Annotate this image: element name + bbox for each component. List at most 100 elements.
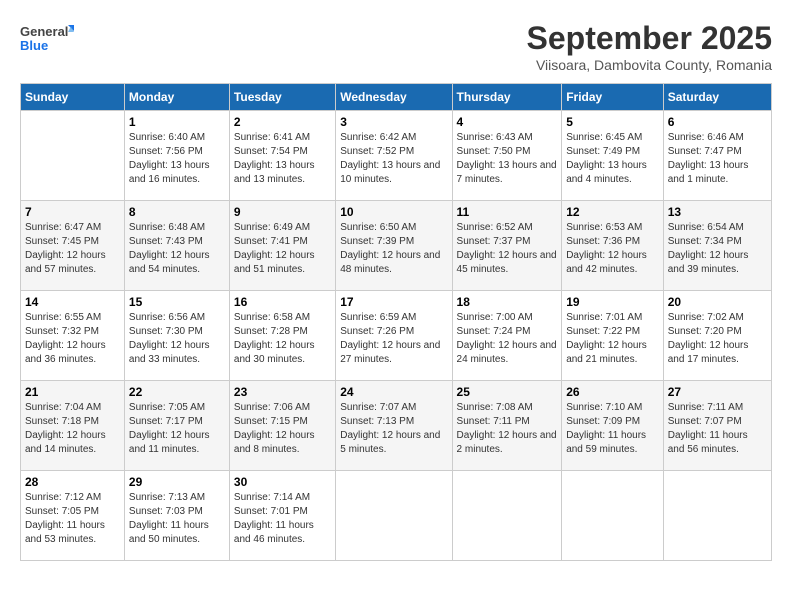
calendar-cell: 20 Sunrise: 7:02 AMSunset: 7:20 PMDaylig… — [663, 291, 771, 381]
calendar-cell: 29 Sunrise: 7:13 AMSunset: 7:03 PMDaylig… — [124, 471, 229, 561]
day-info: Sunrise: 6:45 AMSunset: 7:49 PMDaylight:… — [566, 131, 659, 187]
calendar-cell: 10 Sunrise: 6:50 AMSunset: 7:39 PMDaylig… — [336, 201, 452, 291]
calendar-cell: 16 Sunrise: 6:58 AMSunset: 7:28 PMDaylig… — [229, 291, 335, 381]
day-number: 8 — [129, 205, 225, 219]
day-info: Sunrise: 7:11 AMSunset: 7:07 PMDaylight:… — [668, 401, 767, 457]
calendar-cell: 4 Sunrise: 6:43 AMSunset: 7:50 PMDayligh… — [452, 111, 562, 201]
calendar-cell: 28 Sunrise: 7:12 AMSunset: 7:05 PMDaylig… — [21, 471, 125, 561]
calendar-cell: 9 Sunrise: 6:49 AMSunset: 7:41 PMDayligh… — [229, 201, 335, 291]
weekday-header: Wednesday — [336, 84, 452, 111]
day-info: Sunrise: 6:49 AMSunset: 7:41 PMDaylight:… — [234, 221, 331, 277]
day-info: Sunrise: 7:07 AMSunset: 7:13 PMDaylight:… — [340, 401, 447, 457]
weekday-header: Saturday — [663, 84, 771, 111]
day-info: Sunrise: 7:12 AMSunset: 7:05 PMDaylight:… — [25, 491, 120, 547]
day-info: Sunrise: 6:41 AMSunset: 7:54 PMDaylight:… — [234, 131, 331, 187]
calendar-cell — [452, 471, 562, 561]
calendar-cell: 15 Sunrise: 6:56 AMSunset: 7:30 PMDaylig… — [124, 291, 229, 381]
calendar-cell: 17 Sunrise: 6:59 AMSunset: 7:26 PMDaylig… — [336, 291, 452, 381]
day-number: 21 — [25, 385, 120, 399]
day-info: Sunrise: 7:06 AMSunset: 7:15 PMDaylight:… — [234, 401, 331, 457]
day-info: Sunrise: 7:13 AMSunset: 7:03 PMDaylight:… — [129, 491, 225, 547]
calendar-week-row: 7 Sunrise: 6:47 AMSunset: 7:45 PMDayligh… — [21, 201, 772, 291]
day-number: 28 — [25, 475, 120, 489]
title-block: September 2025 Viisoara, Dambovita Count… — [527, 20, 772, 73]
day-number: 26 — [566, 385, 659, 399]
day-number: 16 — [234, 295, 331, 309]
day-number: 23 — [234, 385, 331, 399]
day-number: 14 — [25, 295, 120, 309]
day-info: Sunrise: 7:05 AMSunset: 7:17 PMDaylight:… — [129, 401, 225, 457]
calendar-cell: 3 Sunrise: 6:42 AMSunset: 7:52 PMDayligh… — [336, 111, 452, 201]
day-info: Sunrise: 6:53 AMSunset: 7:36 PMDaylight:… — [566, 221, 659, 277]
day-info: Sunrise: 7:14 AMSunset: 7:01 PMDaylight:… — [234, 491, 331, 547]
day-info: Sunrise: 6:52 AMSunset: 7:37 PMDaylight:… — [457, 221, 558, 277]
day-info: Sunrise: 6:55 AMSunset: 7:32 PMDaylight:… — [25, 311, 120, 367]
calendar-cell: 11 Sunrise: 6:52 AMSunset: 7:37 PMDaylig… — [452, 201, 562, 291]
day-number: 12 — [566, 205, 659, 219]
calendar-cell — [336, 471, 452, 561]
calendar-cell: 26 Sunrise: 7:10 AMSunset: 7:09 PMDaylig… — [562, 381, 664, 471]
weekday-header-row: SundayMondayTuesdayWednesdayThursdayFrid… — [21, 84, 772, 111]
day-number: 6 — [668, 115, 767, 129]
day-info: Sunrise: 7:02 AMSunset: 7:20 PMDaylight:… — [668, 311, 767, 367]
weekday-header: Tuesday — [229, 84, 335, 111]
weekday-header: Friday — [562, 84, 664, 111]
calendar-cell: 2 Sunrise: 6:41 AMSunset: 7:54 PMDayligh… — [229, 111, 335, 201]
day-info: Sunrise: 6:43 AMSunset: 7:50 PMDaylight:… — [457, 131, 558, 187]
calendar-cell: 22 Sunrise: 7:05 AMSunset: 7:17 PMDaylig… — [124, 381, 229, 471]
calendar-cell: 7 Sunrise: 6:47 AMSunset: 7:45 PMDayligh… — [21, 201, 125, 291]
location-subtitle: Viisoara, Dambovita County, Romania — [527, 57, 772, 73]
day-info: Sunrise: 7:08 AMSunset: 7:11 PMDaylight:… — [457, 401, 558, 457]
day-number: 24 — [340, 385, 447, 399]
calendar-cell: 6 Sunrise: 6:46 AMSunset: 7:47 PMDayligh… — [663, 111, 771, 201]
day-number: 2 — [234, 115, 331, 129]
calendar-cell: 21 Sunrise: 7:04 AMSunset: 7:18 PMDaylig… — [21, 381, 125, 471]
day-number: 7 — [25, 205, 120, 219]
calendar-cell: 12 Sunrise: 6:53 AMSunset: 7:36 PMDaylig… — [562, 201, 664, 291]
calendar-cell: 24 Sunrise: 7:07 AMSunset: 7:13 PMDaylig… — [336, 381, 452, 471]
day-info: Sunrise: 6:48 AMSunset: 7:43 PMDaylight:… — [129, 221, 225, 277]
weekday-header: Thursday — [452, 84, 562, 111]
day-info: Sunrise: 6:58 AMSunset: 7:28 PMDaylight:… — [234, 311, 331, 367]
day-number: 29 — [129, 475, 225, 489]
day-info: Sunrise: 6:42 AMSunset: 7:52 PMDaylight:… — [340, 131, 447, 187]
day-info: Sunrise: 6:46 AMSunset: 7:47 PMDaylight:… — [668, 131, 767, 187]
month-title: September 2025 — [527, 20, 772, 57]
page-header: General Blue September 2025 Viisoara, Da… — [20, 20, 772, 73]
svg-text:General: General — [20, 24, 68, 39]
calendar-table: SundayMondayTuesdayWednesdayThursdayFrid… — [20, 83, 772, 561]
day-number: 27 — [668, 385, 767, 399]
day-info: Sunrise: 7:10 AMSunset: 7:09 PMDaylight:… — [566, 401, 659, 457]
day-number: 30 — [234, 475, 331, 489]
day-info: Sunrise: 7:00 AMSunset: 7:24 PMDaylight:… — [457, 311, 558, 367]
calendar-week-row: 1 Sunrise: 6:40 AMSunset: 7:56 PMDayligh… — [21, 111, 772, 201]
logo-svg: General Blue — [20, 20, 75, 58]
weekday-header: Monday — [124, 84, 229, 111]
calendar-cell — [21, 111, 125, 201]
calendar-week-row: 14 Sunrise: 6:55 AMSunset: 7:32 PMDaylig… — [21, 291, 772, 381]
calendar-cell: 27 Sunrise: 7:11 AMSunset: 7:07 PMDaylig… — [663, 381, 771, 471]
day-info: Sunrise: 6:40 AMSunset: 7:56 PMDaylight:… — [129, 131, 225, 187]
day-number: 9 — [234, 205, 331, 219]
calendar-cell: 30 Sunrise: 7:14 AMSunset: 7:01 PMDaylig… — [229, 471, 335, 561]
day-number: 22 — [129, 385, 225, 399]
day-info: Sunrise: 7:04 AMSunset: 7:18 PMDaylight:… — [25, 401, 120, 457]
day-number: 10 — [340, 205, 447, 219]
calendar-week-row: 28 Sunrise: 7:12 AMSunset: 7:05 PMDaylig… — [21, 471, 772, 561]
day-info: Sunrise: 6:47 AMSunset: 7:45 PMDaylight:… — [25, 221, 120, 277]
calendar-cell: 1 Sunrise: 6:40 AMSunset: 7:56 PMDayligh… — [124, 111, 229, 201]
calendar-cell — [562, 471, 664, 561]
calendar-cell: 18 Sunrise: 7:00 AMSunset: 7:24 PMDaylig… — [452, 291, 562, 381]
day-number: 4 — [457, 115, 558, 129]
calendar-week-row: 21 Sunrise: 7:04 AMSunset: 7:18 PMDaylig… — [21, 381, 772, 471]
calendar-cell: 25 Sunrise: 7:08 AMSunset: 7:11 PMDaylig… — [452, 381, 562, 471]
calendar-cell: 23 Sunrise: 7:06 AMSunset: 7:15 PMDaylig… — [229, 381, 335, 471]
day-number: 11 — [457, 205, 558, 219]
day-number: 20 — [668, 295, 767, 309]
logo: General Blue — [20, 20, 75, 58]
calendar-cell: 13 Sunrise: 6:54 AMSunset: 7:34 PMDaylig… — [663, 201, 771, 291]
calendar-cell — [663, 471, 771, 561]
day-number: 25 — [457, 385, 558, 399]
day-number: 19 — [566, 295, 659, 309]
day-info: Sunrise: 6:50 AMSunset: 7:39 PMDaylight:… — [340, 221, 447, 277]
